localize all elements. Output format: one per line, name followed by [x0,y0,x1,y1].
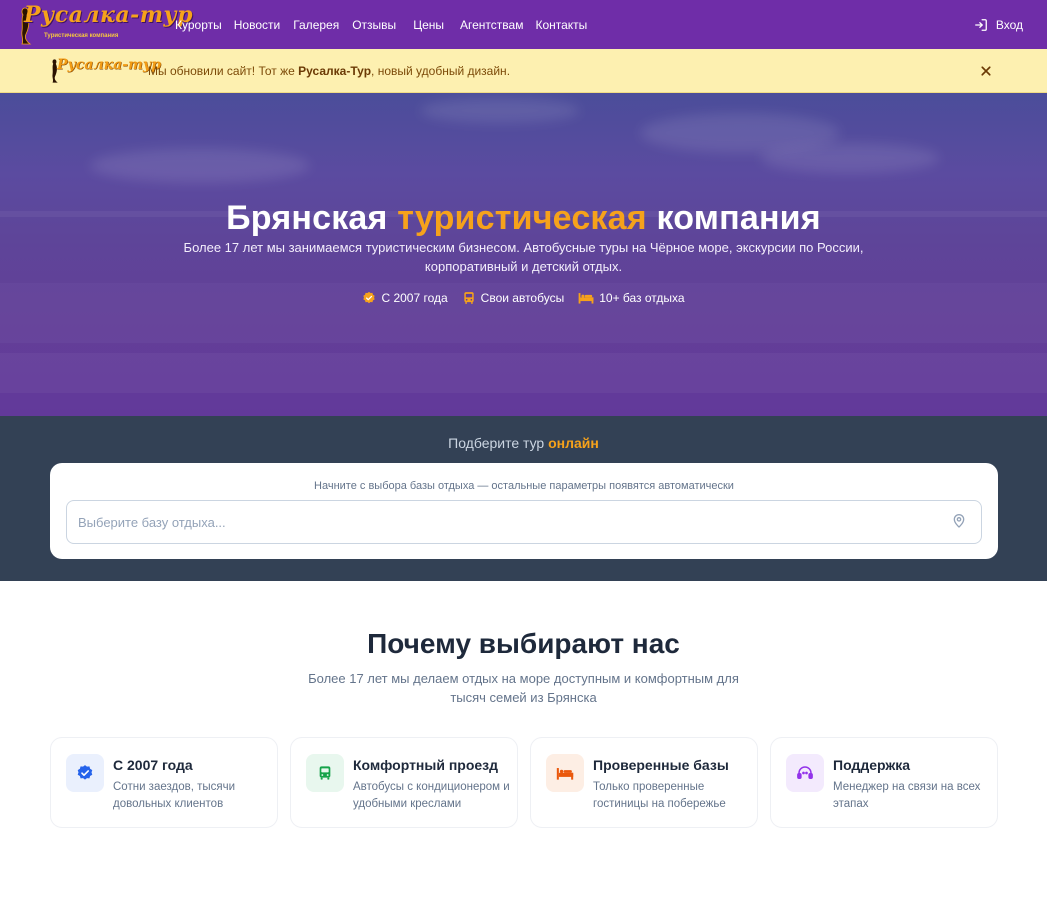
hero-subtitle: Более 17 лет мы занимаемся туристическим… [183,240,864,274]
nav-link-agencies[interactable]: Агентствам [460,18,523,32]
benefit-card: Поддержка Менеджер на связи на всех этап… [770,737,998,828]
hero-wave [0,353,1047,393]
benefit-title: С 2007 года [113,757,193,773]
tour-search-section: Подберите тур онлайн Начните с выбора ба… [0,416,1047,581]
login-button[interactable]: Вход [974,0,1023,49]
benefit-icon-box [306,754,344,792]
hero-cloud [90,148,310,183]
site-logo[interactable]: Русалка-тур Туристическая компания [18,2,193,45]
hero-feature-label: С 2007 года [381,291,448,305]
hero-title-part2: компания [646,199,821,237]
verified-badge-icon [77,765,93,780]
benefit-text: Сотни заездов, тысячи довольных клиентов [113,781,236,810]
login-label: Вход [995,17,1023,32]
banner-brand: Русалка-Тур [298,64,372,78]
benefit-card: Комфортный проезд Автобусы с кондиционер… [290,737,518,828]
hero-feature: С 2007 года [362,291,448,305]
bed-icon [556,767,574,780]
resort-base-select-input[interactable] [66,500,982,544]
logo-text: Русалка-тур [24,2,194,28]
benefit-title: Проверенные базы [593,757,729,773]
nav-link-prices[interactable]: Цены [413,18,444,32]
bus-icon [464,292,474,304]
benefit-card: С 2007 года Сотни заездов, тысячи доволь… [50,737,278,828]
search-hint: Начните с выбора базы отдыха — остальные… [314,480,734,492]
hero-cloud [420,98,580,123]
hero-cloud [760,143,940,173]
login-icon [974,18,987,31]
banner-message: Мы обновили сайт! Тот же Русалка-Тур, но… [148,64,510,78]
benefit-title: Комфортный проезд [353,757,499,773]
logo-tagline: Туристическая компания [44,33,119,39]
update-notice-banner: Русалка-тур Мы обновили сайт! Тот же Рус… [0,49,1047,93]
search-heading-accent: онлайн [548,435,599,451]
search-heading-part1: Подберите тур [448,435,549,451]
nav-link-reviews[interactable]: Отзывы [352,18,396,32]
hero-section: Брянская туристическая компания Более 17… [0,93,1047,416]
hero-feature: 10+ баз отдыха [578,291,685,305]
nav-link-resorts[interactable]: Курорты [175,18,222,32]
benefit-icon-box [66,754,104,792]
nav-link-contacts[interactable]: Контакты [535,18,587,32]
why-us-title: Почему выбирают нас [367,628,680,659]
hero-feature: Свои автобусы [462,291,565,305]
bed-icon [578,293,594,304]
bus-icon [319,766,331,780]
banner-logo: Русалка-тур [57,57,162,73]
benefit-text: Менеджер на связи на всех этапах [833,781,981,810]
banner-text-after: , новый удобный дизайн. [371,64,511,78]
search-heading: Подберите тур онлайн [0,435,1047,451]
search-card: Начните с выбора базы отдыха — остальные… [50,463,998,559]
benefit-card: Проверенные базы Только проверенные гост… [530,737,758,828]
hero-title-part1: Брянская [226,199,398,237]
benefits-cards: С 2007 года Сотни заездов, тысячи доволь… [50,737,998,828]
close-icon[interactable] [977,62,995,80]
nav-link-gallery[interactable]: Галерея [293,18,339,32]
banner-text-before: Мы обновили сайт! Тот же [148,64,299,78]
benefit-icon-box [786,754,824,792]
benefit-text: Только проверенные гостиницы на побережь… [593,781,726,810]
benefit-icon-box [546,754,584,792]
benefit-text: Автобусы с кондиционером и удобными крес… [353,781,510,810]
hero-feature-label: 10+ баз отдыха [599,291,685,305]
support-agent-icon [797,766,813,779]
benefit-title: Поддержка [833,757,911,773]
location-pin-icon [953,514,965,528]
verified-badge-icon [363,291,376,304]
main-menu: Курорты Новости Галерея Отзывы Цены Аген… [175,0,587,49]
top-navigation: Русалка-тур Туристическая компания Курор… [0,0,1047,49]
hero-title-accent: туристическая [397,199,647,237]
hero-features: С 2007 года Свои автобусы 10+ баз отдыха [0,291,1047,305]
hero-feature-label: Свои автобусы [480,291,565,305]
hero-title: Брянская туристическая компания [0,199,1047,238]
why-us-subtitle: Более 17 лет мы делаем отдых на море дос… [308,671,739,705]
nav-link-news[interactable]: Новости [234,18,280,32]
